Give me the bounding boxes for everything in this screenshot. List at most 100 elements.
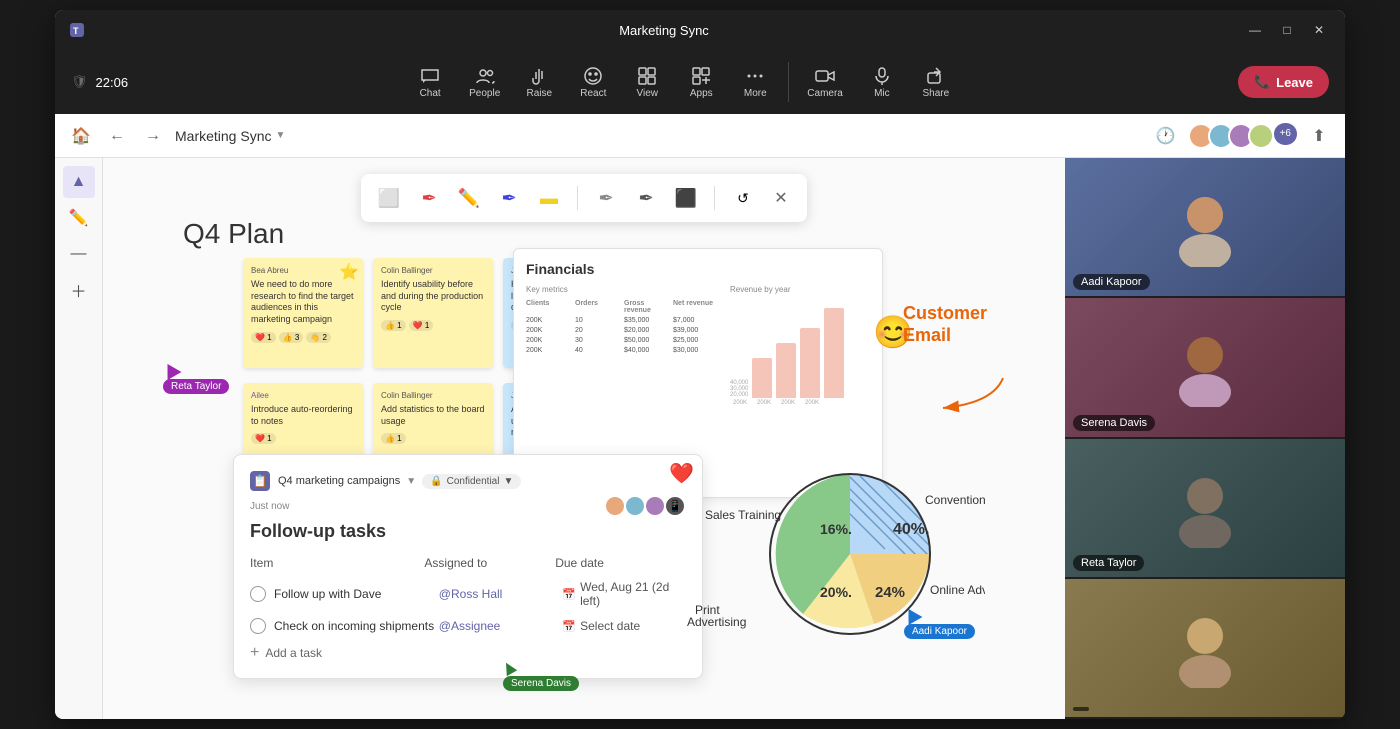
calendar-icon-2: 📅 (562, 620, 576, 633)
camera-button[interactable]: Camera (797, 60, 853, 105)
teams-icon: T (67, 20, 87, 40)
col-assigned-header: Assigned to (424, 556, 487, 570)
km-row-4: 200K 40 $40,000 $30,000 (526, 347, 718, 354)
key-metrics: Key metrics Clients Orders Gross revenue… (526, 285, 718, 406)
share-button[interactable]: Share (911, 60, 961, 105)
breadcrumb-arrow: ▼ (275, 130, 285, 141)
tasks-campaign: Q4 marketing campaigns (278, 475, 400, 487)
task-1-checkbox[interactable] (250, 586, 266, 602)
chart-labels-y: 40,000 30,000 20,000 (730, 298, 748, 398)
pct-online: 24% (875, 584, 905, 601)
view-label: View (637, 88, 659, 99)
bar-4 (824, 308, 844, 398)
undo-pen[interactable]: ↺ (727, 180, 759, 216)
pen-pencil[interactable]: ✏️ (453, 180, 485, 216)
add-task-button[interactable]: + Add a task (250, 644, 686, 662)
raise-label: Raise (526, 88, 552, 99)
react-label: React (580, 88, 606, 99)
pen-blue[interactable]: ✒ (493, 180, 525, 216)
forward-button[interactable]: → (139, 122, 167, 150)
whiteboard-canvas[interactable]: ⬜ ✒ ✏️ ✒ ▬ ✒ ✒ ⬛ ↺ ✕ Q4 Plan Reta Taylor (103, 158, 1065, 719)
chart-x-labels: 200K 200K 200K 200K (730, 400, 870, 406)
km-row-2: 200K 20 $20,000 $39,000 (526, 327, 718, 334)
note-5-reactions: 👍 1 (381, 433, 485, 444)
breadcrumb[interactable]: Marketing Sync ▼ (175, 128, 285, 144)
pie-chart-svg: Conventions Online Advertising Print Adv… (665, 419, 985, 679)
mic-label: Mic (874, 88, 890, 99)
tasks-timestamp-row: Just now 📱 (250, 495, 686, 517)
note-4-author: Ailee (251, 391, 355, 400)
react-button[interactable]: React (568, 60, 618, 105)
tasks-card-inner: ❤️ 📋 Q4 marketing campaigns ▼ 🔒 Confiden… (250, 471, 686, 662)
chat-button[interactable]: Chat (405, 60, 455, 105)
bar-2 (776, 343, 796, 398)
note-5-text: Add statistics to the board usage (381, 404, 485, 427)
pct-sales: 16%. (820, 521, 852, 537)
pie-chart-section: Conventions Online Advertising Print Adv… (665, 419, 985, 679)
serena-name-label: Serena Davis (1073, 415, 1155, 431)
avatar-count: +6 (1274, 123, 1297, 145)
history-button[interactable]: 🕐 (1152, 122, 1180, 150)
serena-cursor: Serena Davis (503, 662, 579, 691)
tasks-icon: 📋 (250, 471, 270, 491)
serena-cursor-triangle (501, 660, 517, 676)
4th-avatar-svg (1165, 608, 1245, 688)
task-1-item: Follow up with Dave (274, 587, 439, 601)
back-button[interactable]: ← (103, 122, 131, 150)
pen-toolbar: ⬜ ✒ ✏️ ✒ ▬ ✒ ✒ ⬛ ↺ ✕ (361, 174, 807, 222)
zoom-out-tool[interactable]: — (63, 238, 95, 270)
select-tool[interactable]: ▲ (63, 166, 95, 198)
close-button[interactable]: ✕ (1305, 16, 1333, 44)
tasks-meta: Q4 marketing campaigns ▼ 🔒 Confidential … (278, 474, 521, 489)
pen-tool[interactable]: ✏️ (63, 202, 95, 234)
pen-black[interactable]: ⬛ (670, 180, 702, 216)
tasks-avatar-2 (624, 495, 646, 517)
task-2-checkbox[interactable] (250, 618, 266, 634)
avatar-4 (1248, 123, 1274, 149)
r-heart: ❤️ 1 (409, 320, 434, 331)
chat-label: Chat (420, 88, 441, 99)
r5-thumbs: 👍 1 (381, 433, 406, 444)
minimize-button[interactable]: — (1241, 16, 1269, 44)
tasks-avatar-3 (644, 495, 666, 517)
pen-gray2[interactable]: ✒ (630, 180, 662, 216)
sidebar-tools: ▲ ✏️ — ＋ (55, 158, 103, 719)
km-row-1: 200K 10 $35,000 $7,000 (526, 317, 718, 324)
eraser-tool[interactable]: ⬜ (373, 180, 405, 216)
highlighter-yellow[interactable]: ▬ (533, 180, 565, 216)
reta-name-label: Reta Taylor (1073, 555, 1144, 571)
aadi-name-label: Aadi Kapoor (1073, 274, 1150, 290)
serena-cursor-label: Serena Davis (503, 676, 579, 691)
label-online: Online Advertising (930, 583, 985, 597)
sticky-note-1[interactable]: Bea Abreu We need to do more research to… (243, 258, 363, 368)
avatar-group: +6 (1188, 123, 1297, 149)
home-button[interactable]: 🏠 (67, 122, 95, 150)
tasks-title: Follow-up tasks (250, 521, 686, 542)
pen-red[interactable]: ✒ (413, 180, 445, 216)
financials-title: Financials (526, 261, 870, 277)
share-nav-button[interactable]: ⬆ (1305, 122, 1333, 150)
people-button[interactable]: People (459, 60, 510, 105)
mic-button[interactable]: Mic (857, 60, 907, 105)
km-row-3: 200K 30 $50,000 $25,000 (526, 337, 718, 344)
people-label: People (469, 88, 500, 99)
window-controls: — □ ✕ (1241, 16, 1333, 44)
raise-button[interactable]: Raise (514, 60, 564, 105)
main-window: T Marketing Sync — □ ✕ 🛡 22:06 Chat Peop… (55, 10, 1345, 719)
svg-text:T: T (73, 26, 79, 36)
pen-gray1[interactable]: ✒ (590, 180, 622, 216)
maximize-button[interactable]: □ (1273, 16, 1301, 44)
col-due-header: Due date (555, 556, 604, 570)
sticky-note-2[interactable]: Colin Ballinger Identify usability befor… (373, 258, 493, 368)
r4-heart: ❤️ 1 (251, 433, 276, 444)
more-button[interactable]: More (730, 60, 780, 105)
meeting-toolbar: 🛡 22:06 Chat People Raise React Vie (55, 50, 1345, 114)
apps-button[interactable]: Apps (676, 60, 726, 105)
pie-conventions (850, 474, 930, 554)
add-tool[interactable]: ＋ (63, 274, 95, 306)
close-pen-toolbar[interactable]: ✕ (767, 184, 795, 212)
window-title: Marketing Sync (87, 23, 1241, 38)
confidential-badge: 🔒 Confidential ▼ (422, 474, 521, 489)
view-button[interactable]: View (622, 60, 672, 105)
leave-button[interactable]: 📞 Leave (1238, 66, 1329, 98)
